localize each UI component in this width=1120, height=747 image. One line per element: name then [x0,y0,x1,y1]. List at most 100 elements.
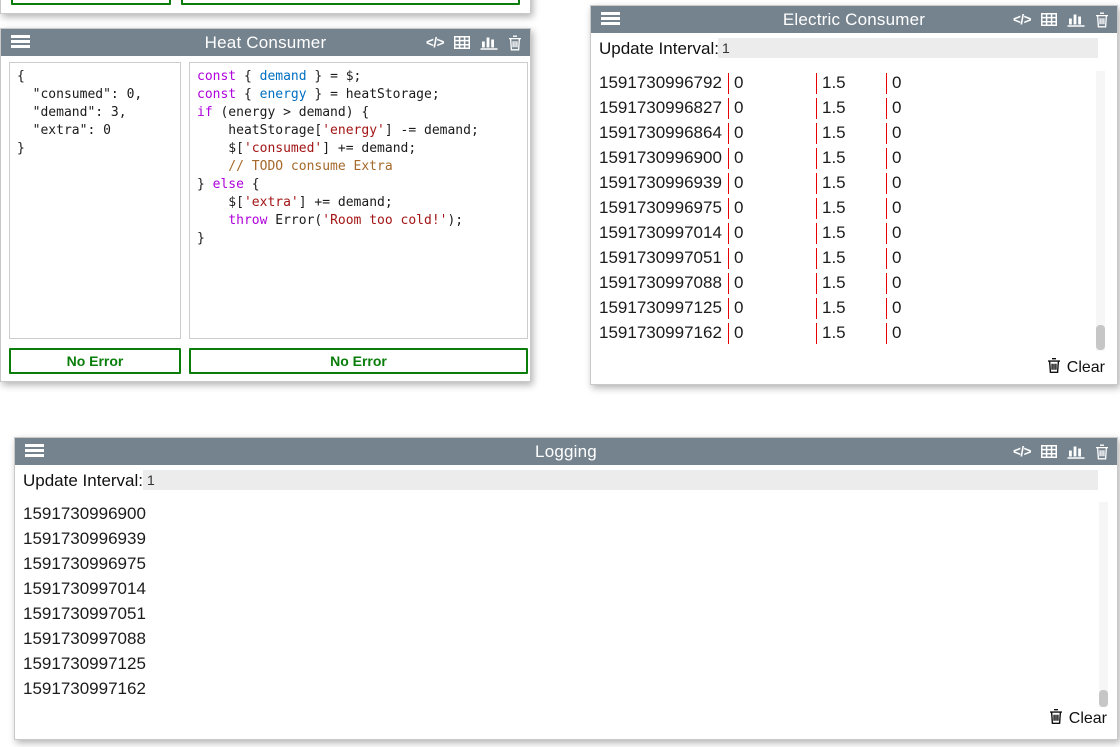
table-row: 159173099712501.50 [591,296,1096,321]
table-cell: 1.5 [816,273,886,294]
table-cell: 1591730997051 [594,248,722,269]
code-line: $['consumed'] += demand; [197,140,520,158]
table-cell: 0 [728,198,816,219]
table-cell: 1.5 [816,198,886,219]
heat-consumer-header: Heat Consumer </> [1,29,530,56]
table-view-icon[interactable] [1041,445,1057,458]
table-cell: 0 [886,173,1006,194]
table-cell: 1.5 [816,173,886,194]
bar-chart-icon[interactable] [1067,12,1085,27]
table-cell: 0 [886,73,1006,94]
clear-label: Clear [1069,710,1107,728]
table-row: 159173099708801.50 [591,271,1096,296]
table-cell: 1591730997014 [594,223,722,244]
log-entry: 1591730996900 [15,501,1098,526]
update-interval-label: Update Interval: [23,471,143,491]
code-line: } [197,230,520,248]
table-cell: 1591730997162 [594,323,722,344]
scrollbar-thumb[interactable] [1096,325,1105,350]
table-cell: 0 [886,223,1006,244]
trash-icon [1047,357,1061,379]
table-cell: 1591730996975 [594,198,722,219]
status-button-right[interactable]: No Error [181,0,520,5]
clear-button[interactable]: Clear [1047,357,1105,379]
clear-label: Clear [1067,359,1105,377]
table-row: 1591730996827 01.50 [591,96,1096,121]
trash-icon[interactable] [1095,444,1109,460]
status-button-left[interactable]: No Error [11,0,171,5]
table-cell: 0 [728,223,816,244]
code-line: heatStorage['energy'] -= demand; [197,122,520,140]
table-row: 1591730996900 01.50 [591,146,1096,171]
code-line: const { energy } = heatStorage; [197,86,520,104]
bar-chart-icon[interactable] [1067,444,1085,459]
table-row: 159173099716201.50 [591,321,1096,346]
log-entry: 1591730997088 [15,626,1098,651]
code-view-icon[interactable]: </> [1013,12,1031,27]
scrollbar-track [1099,502,1108,707]
trash-icon[interactable] [1095,12,1109,28]
table-cell: 1591730996864 [594,123,722,144]
logging-panel: Logging </> Update Interval: 15917309969… [14,437,1118,740]
state-json-editor[interactable]: { "consumed": 0, "demand": 3, "extra": 0… [9,62,181,339]
table-cell: 0 [886,248,1006,269]
table-view-icon[interactable] [1041,13,1057,26]
trash-icon[interactable] [508,35,522,51]
log-entry: 1591730997051 [15,601,1098,626]
table-cell: 1.5 [816,98,886,119]
table-cell: 0 [728,123,816,144]
table-cell: 0 [728,148,816,169]
table-cell: 1.5 [816,298,886,319]
table-cell: 0 [728,273,816,294]
state-status-button[interactable]: No Error [9,348,181,374]
table-cell: 1.5 [816,248,886,269]
table-cell: 1.5 [816,148,886,169]
table-cell: 0 [728,98,816,119]
heat-consumer-panel: Heat Consumer </> { "consumed": 0, "dema… [0,28,531,382]
log-entry: 1591730996939 [15,526,1098,551]
table-cell: 1591730996939 [594,173,722,194]
code-line: throw Error('Room too cold!'); [197,212,520,230]
table-cell: 0 [886,98,1006,119]
logging-header: Logging </> [15,438,1117,465]
scrollbar-track [1096,71,1105,351]
table-cell: 0 [886,298,1006,319]
clear-button[interactable]: Clear [1049,708,1107,730]
update-interval-input[interactable] [143,470,1098,490]
code-editor-content[interactable]: const { demand } = $;const { energy } = … [189,62,528,339]
code-line: if (energy > demand) { [197,104,520,122]
log-entry: 1591730996975 [15,551,1098,576]
table-cell: 1.5 [816,123,886,144]
table-row: 1591730997014 01.50 [591,221,1096,246]
logging-list[interactable]: 1591730996900159173099693915917309969751… [15,501,1098,707]
table-cell: 1.5 [816,223,886,244]
log-entry: 1591730997014 [15,576,1098,601]
update-interval-input[interactable] [718,38,1098,58]
table-cell: 0 [728,173,816,194]
code-view-icon[interactable]: </> [1013,444,1031,459]
table-row: 159173099686401.50 [591,121,1096,146]
table-row: 159173099679201.50 [591,71,1096,96]
table-cell: 0 [728,248,816,269]
scrollbar-thumb[interactable] [1099,690,1108,707]
code-status-button[interactable]: No Error [189,348,528,374]
table-cell: 1591730996827 [594,98,722,119]
electric-log-table[interactable]: 159173099679201.50159173099682701.501591… [591,71,1096,347]
table-cell: 0 [728,323,816,344]
update-interval-label: Update Interval: [599,39,719,59]
panel-title: Logging [15,442,1117,462]
electric-consumer-panel: Electric Consumer </> Update Interval: 1… [590,5,1118,385]
table-cell: 0 [886,148,1006,169]
table-row: 1591730997051 01.50 [591,246,1096,271]
table-cell: 1.5 [816,73,886,94]
code-view-icon[interactable]: </> [426,35,444,50]
table-cell: 0 [886,273,1006,294]
table-cell: 1591730996900 [594,148,722,169]
code-line: } else { [197,176,520,194]
bar-chart-icon[interactable] [480,35,498,50]
log-entry: 1591730997162 [15,676,1098,701]
table-cell: 1.5 [816,323,886,344]
table-view-icon[interactable] [454,36,470,49]
table-cell: 1591730996792 [594,73,722,94]
code-line: const { demand } = $; [197,68,520,86]
